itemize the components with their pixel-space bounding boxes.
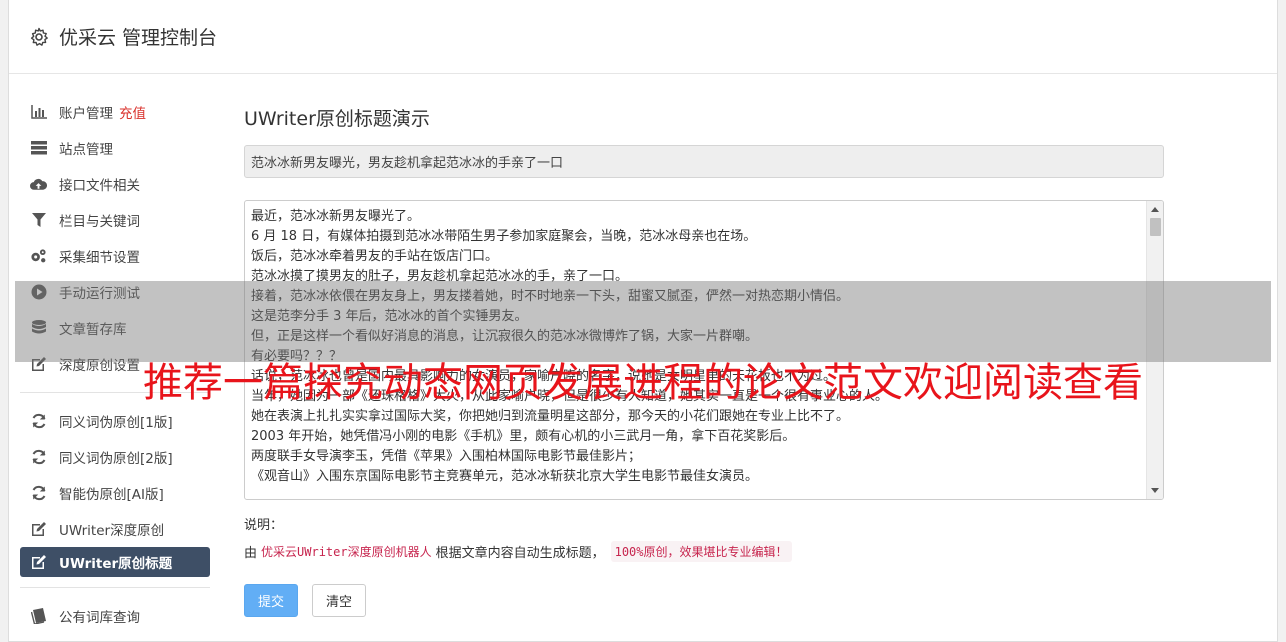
- article-body-line: 两度联手女导演李玉，凭借《苹果》入围柏林国际电影节最佳影片；: [251, 449, 642, 464]
- sidebar-item-uwriter-title[interactable]: UWriter原创标题: [20, 547, 210, 577]
- sidebar-item-label: 同义词伪原创[1版]: [59, 415, 173, 431]
- desc-robot-name: 优采云UWriter深度原创机器人: [261, 545, 432, 559]
- refresh-icon: [30, 449, 47, 466]
- sidebar-item-columns-keywords[interactable]: 栏目与关键词: [20, 202, 210, 238]
- filter-icon: [30, 212, 47, 229]
- sidebar-divider: [20, 587, 210, 588]
- sidebar-item-label: 同义词伪原创[2版]: [59, 451, 173, 467]
- action-buttons: 提交 清空: [244, 584, 1164, 617]
- article-body-line: 6 月 18 日，有媒体拍摄到范冰冰带陌生男子参加家庭聚会，当晚，范冰冰母亲也在…: [251, 229, 757, 244]
- article-body-line: 《观音山》入围东京国际电影节主竞赛单元，范冰冰斩获北京大学生电影节最佳女演员。: [251, 469, 759, 484]
- recharge-link[interactable]: 充值: [119, 102, 146, 122]
- page-title: 优采云 管理控制台: [59, 27, 218, 49]
- sidebar-item-label: UWriter深度原创: [59, 523, 165, 539]
- article-body-line: 饭后，范冰冰牵着男友的手站在饭店门口。: [251, 249, 499, 264]
- promo-banner-text[interactable]: 推荐一篇探究动态网页发展进程的论文范文欢迎阅读查看: [0, 358, 1286, 408]
- sidebar-item-label: 栏目与关键词: [59, 214, 140, 230]
- scroll-up-arrow-icon[interactable]: [1151, 207, 1159, 212]
- desc-middle: 根据文章内容自动生成标题，: [435, 546, 605, 561]
- generated-title-field[interactable]: 范冰冰新男友曝光，男友趁机拿起范冰冰的手亲了一口: [244, 145, 1164, 178]
- desc-prefix: 由: [244, 546, 258, 561]
- sidebar-item-account[interactable]: 账户管理 充值: [20, 94, 210, 130]
- header: 优采云 管理控制台: [9, 0, 1277, 74]
- sidebar-item-synonym-v2[interactable]: 同义词伪原创[2版]: [20, 439, 210, 475]
- sidebar-item-label: UWriter原创标题: [59, 556, 173, 572]
- desc-badge: 100%原创，效果堪比专业编辑！: [610, 541, 792, 562]
- sidebar-item-label: 公有词库查询: [59, 610, 140, 626]
- cloud-upload-icon: [30, 176, 47, 193]
- article-body-line: 2003 年开始，她凭借冯小刚的电影《手机》里，颇有心机的小三武月一角，拿下百花…: [251, 429, 796, 444]
- edit-icon: [30, 554, 47, 571]
- sidebar-item-label: 账户管理: [59, 106, 113, 122]
- description-label: 说明：: [244, 518, 284, 533]
- description-text: 由 优采云UWriter深度原创机器人 根据文章内容自动生成标题， 100%原创…: [244, 541, 1164, 562]
- refresh-icon: [30, 413, 47, 430]
- sidebar-item-label: 智能伪原创[AI版]: [59, 487, 164, 503]
- scroll-down-arrow-icon[interactable]: [1151, 488, 1159, 493]
- gear-icon: [30, 27, 48, 46]
- sidebar-item-uwriter-deep[interactable]: UWriter深度原创: [20, 511, 210, 547]
- refresh-icon: [30, 485, 47, 502]
- sidebar-item-label: 站点管理: [59, 142, 113, 158]
- server-icon: [30, 140, 47, 157]
- submit-button[interactable]: 提交: [244, 584, 298, 617]
- sidebar-item-label: 接口文件相关: [59, 178, 140, 194]
- clear-button[interactable]: 清空: [312, 584, 366, 617]
- sidebar-item-sites[interactable]: 站点管理: [20, 130, 210, 166]
- sidebar-item-label: 采集细节设置: [59, 250, 140, 266]
- sidebar-item-interface-files[interactable]: 接口文件相关: [20, 166, 210, 202]
- promo-overlay: [15, 281, 1271, 362]
- edit-icon: [30, 521, 47, 538]
- sidebar-item-smart-ai[interactable]: 智能伪原创[AI版]: [20, 475, 210, 511]
- sidebar-item-public-lexicon[interactable]: 公有词库查询: [20, 598, 210, 634]
- scroll-thumb[interactable]: [1150, 218, 1161, 236]
- book-icon: [30, 608, 47, 625]
- section-title: UWriter原创标题演示: [244, 108, 430, 130]
- sidebar-item-collect-settings[interactable]: 采集细节设置: [20, 238, 210, 274]
- bar-chart-icon: [30, 104, 47, 121]
- article-body-line: 最近，范冰冰新男友曝光了。: [251, 209, 421, 224]
- sidebar-item-synonym-v1[interactable]: 同义词伪原创[1版]: [20, 403, 210, 439]
- article-body-line: 她在表演上扎扎实实拿过国际大奖，你把她归到流量明星这部分，那今天的小花们跟她在专…: [251, 409, 850, 424]
- cogs-icon: [30, 248, 47, 265]
